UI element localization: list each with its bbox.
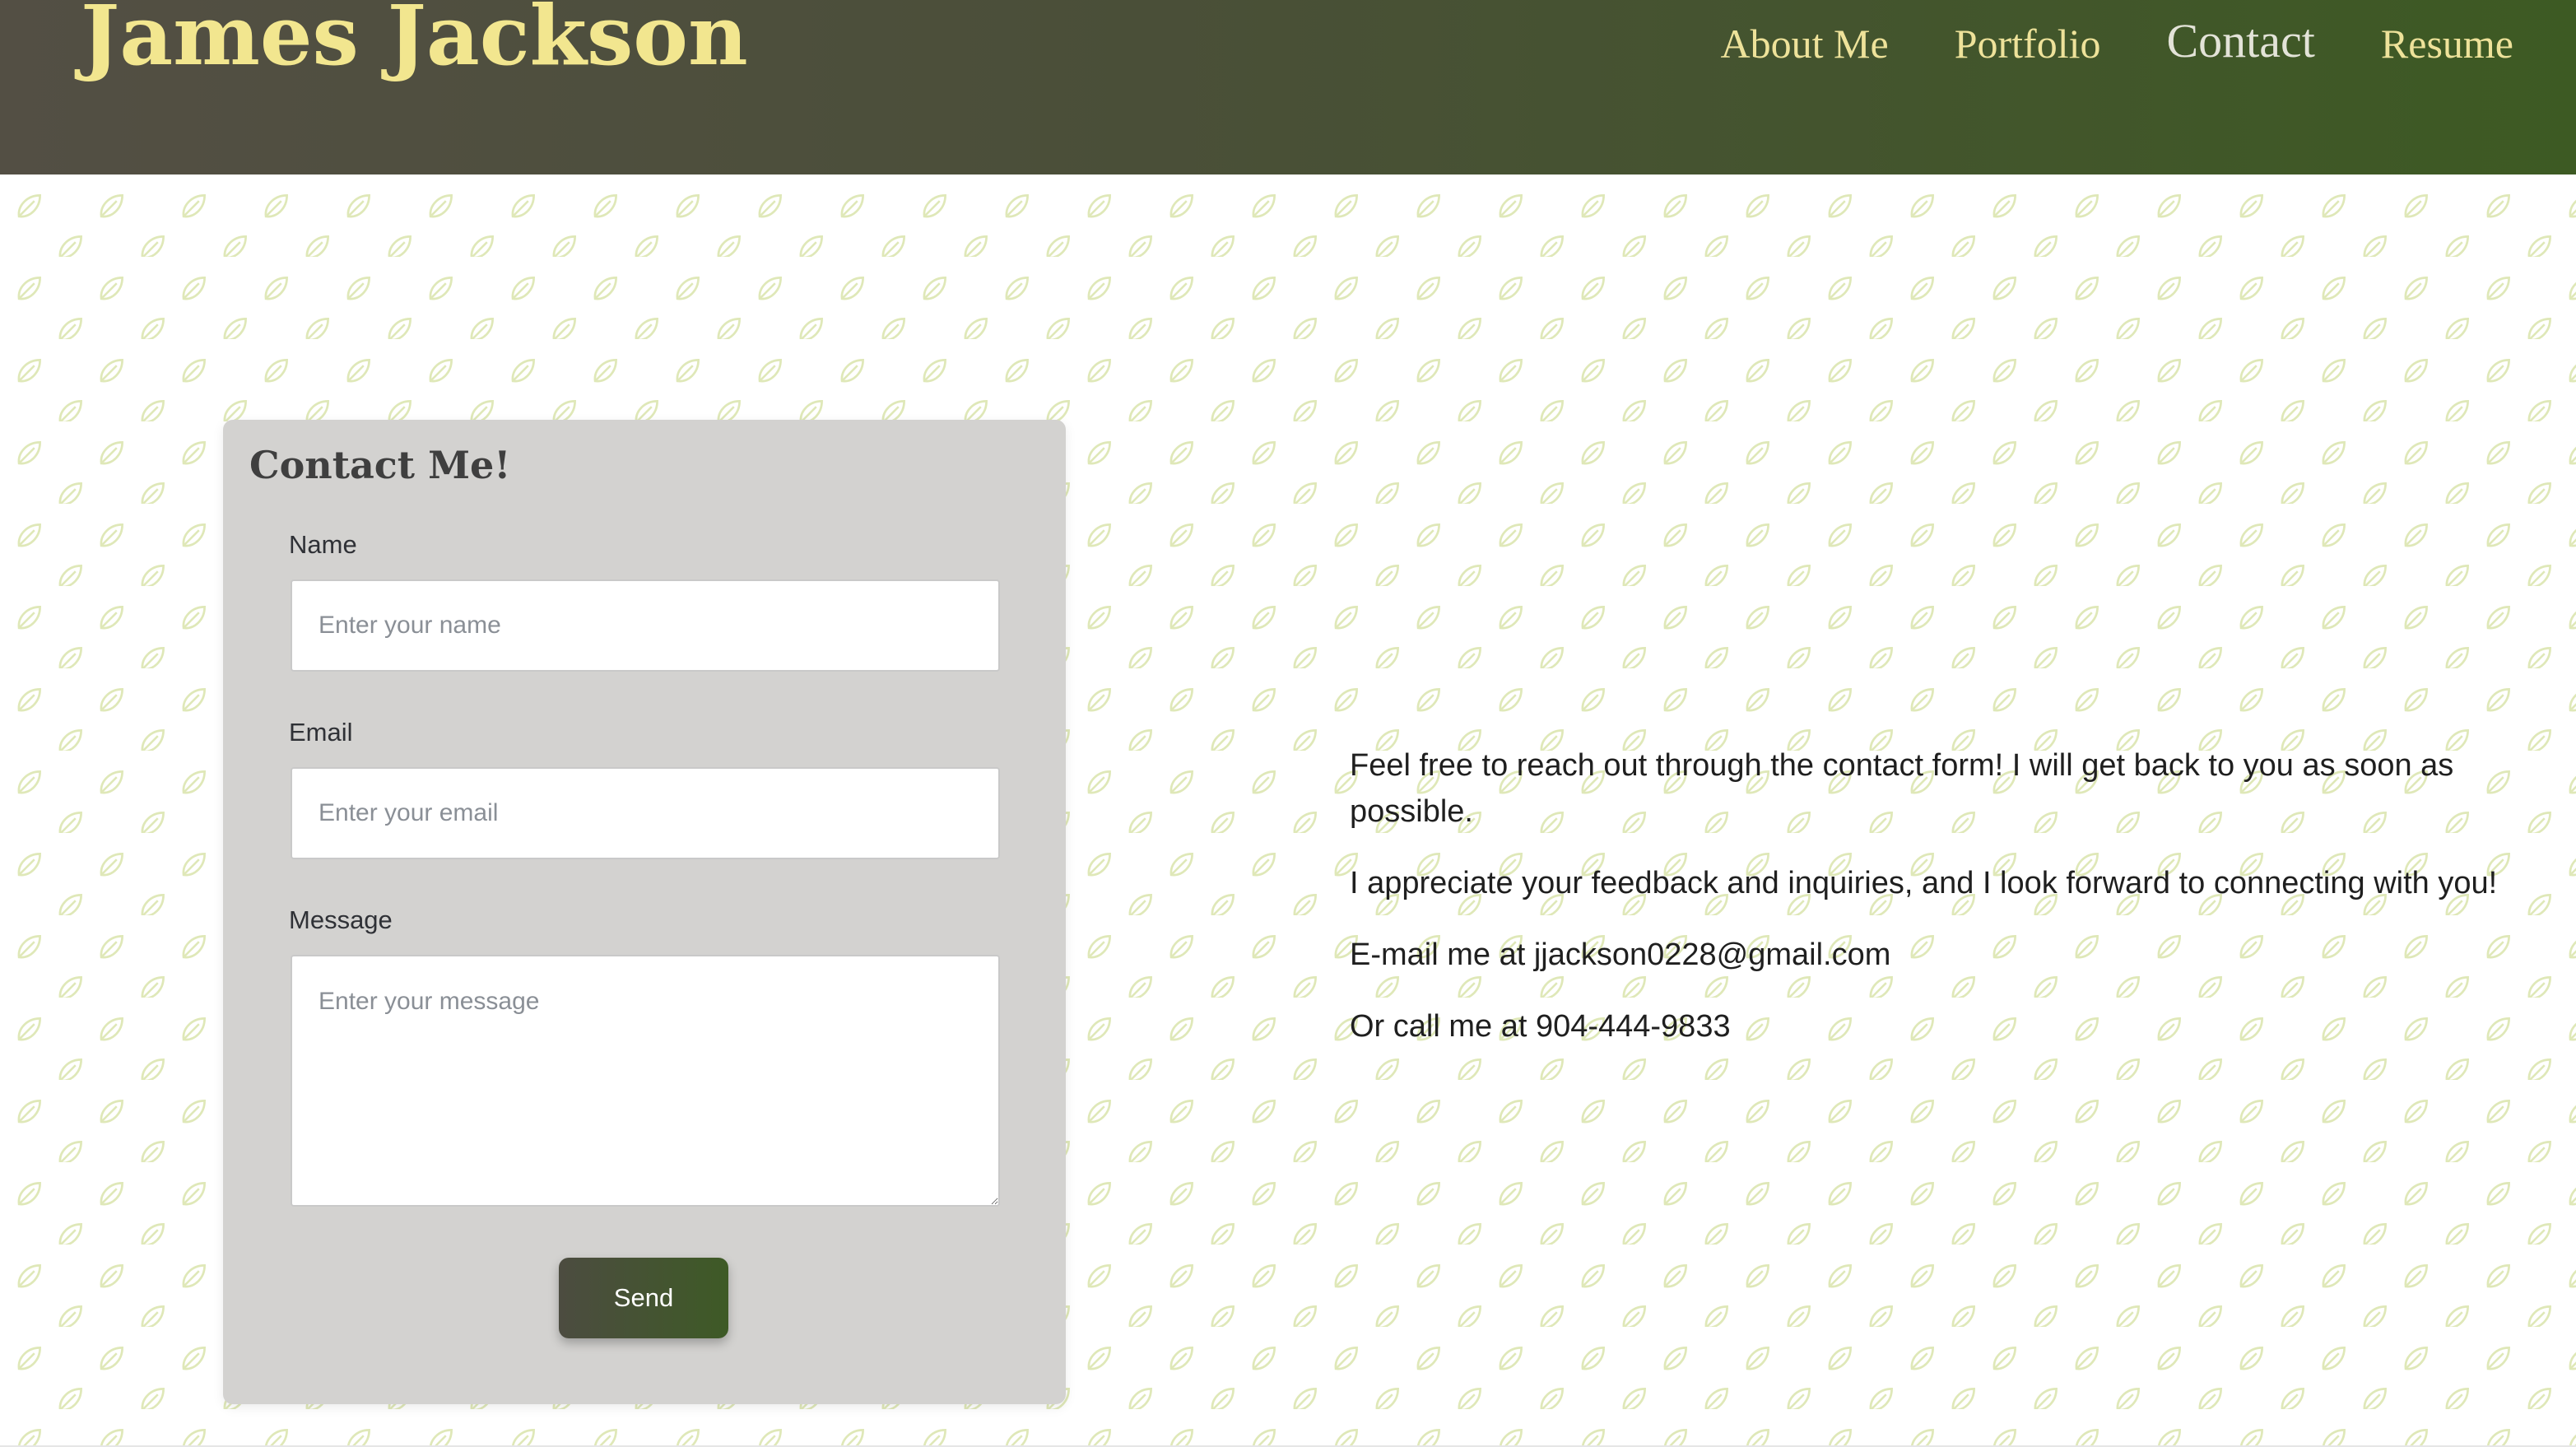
contact-form-card: Contact Me! Name Email Message Send [223,420,1066,1404]
message-textarea[interactable] [291,955,1000,1207]
nav-contact[interactable]: Contact [2167,13,2315,68]
info-email: E-mail me at jjackson0228@gmail.com [1350,938,1891,972]
site-header: James Jackson About Me Portfolio Contact… [0,0,2576,174]
site-title[interactable]: James Jackson [81,0,748,81]
nav-resume[interactable]: Resume [2381,20,2513,67]
info-paragraph-appreciate: I appreciate your feedback and inquiries… [1350,866,2498,900]
name-input[interactable] [291,579,1000,672]
info-phone: Or call me at 904-444-9833 [1350,1009,1731,1044]
name-label: Name [289,530,357,559]
main-nav: About Me Portfolio Contact Resume [1655,14,2513,68]
contact-info: Feel free to reach out through the conta… [1350,742,2551,1075]
nav-about-me[interactable]: About Me [1721,20,1889,67]
nav-portfolio[interactable]: Portfolio [1955,20,2101,67]
email-label: Email [289,718,353,747]
email-input[interactable] [291,767,1000,859]
info-paragraph-reach-out: Feel free to reach out through the conta… [1350,748,2454,829]
contact-form-title: Contact Me! [249,443,511,487]
send-button[interactable]: Send [559,1258,728,1338]
message-label: Message [289,905,393,934]
